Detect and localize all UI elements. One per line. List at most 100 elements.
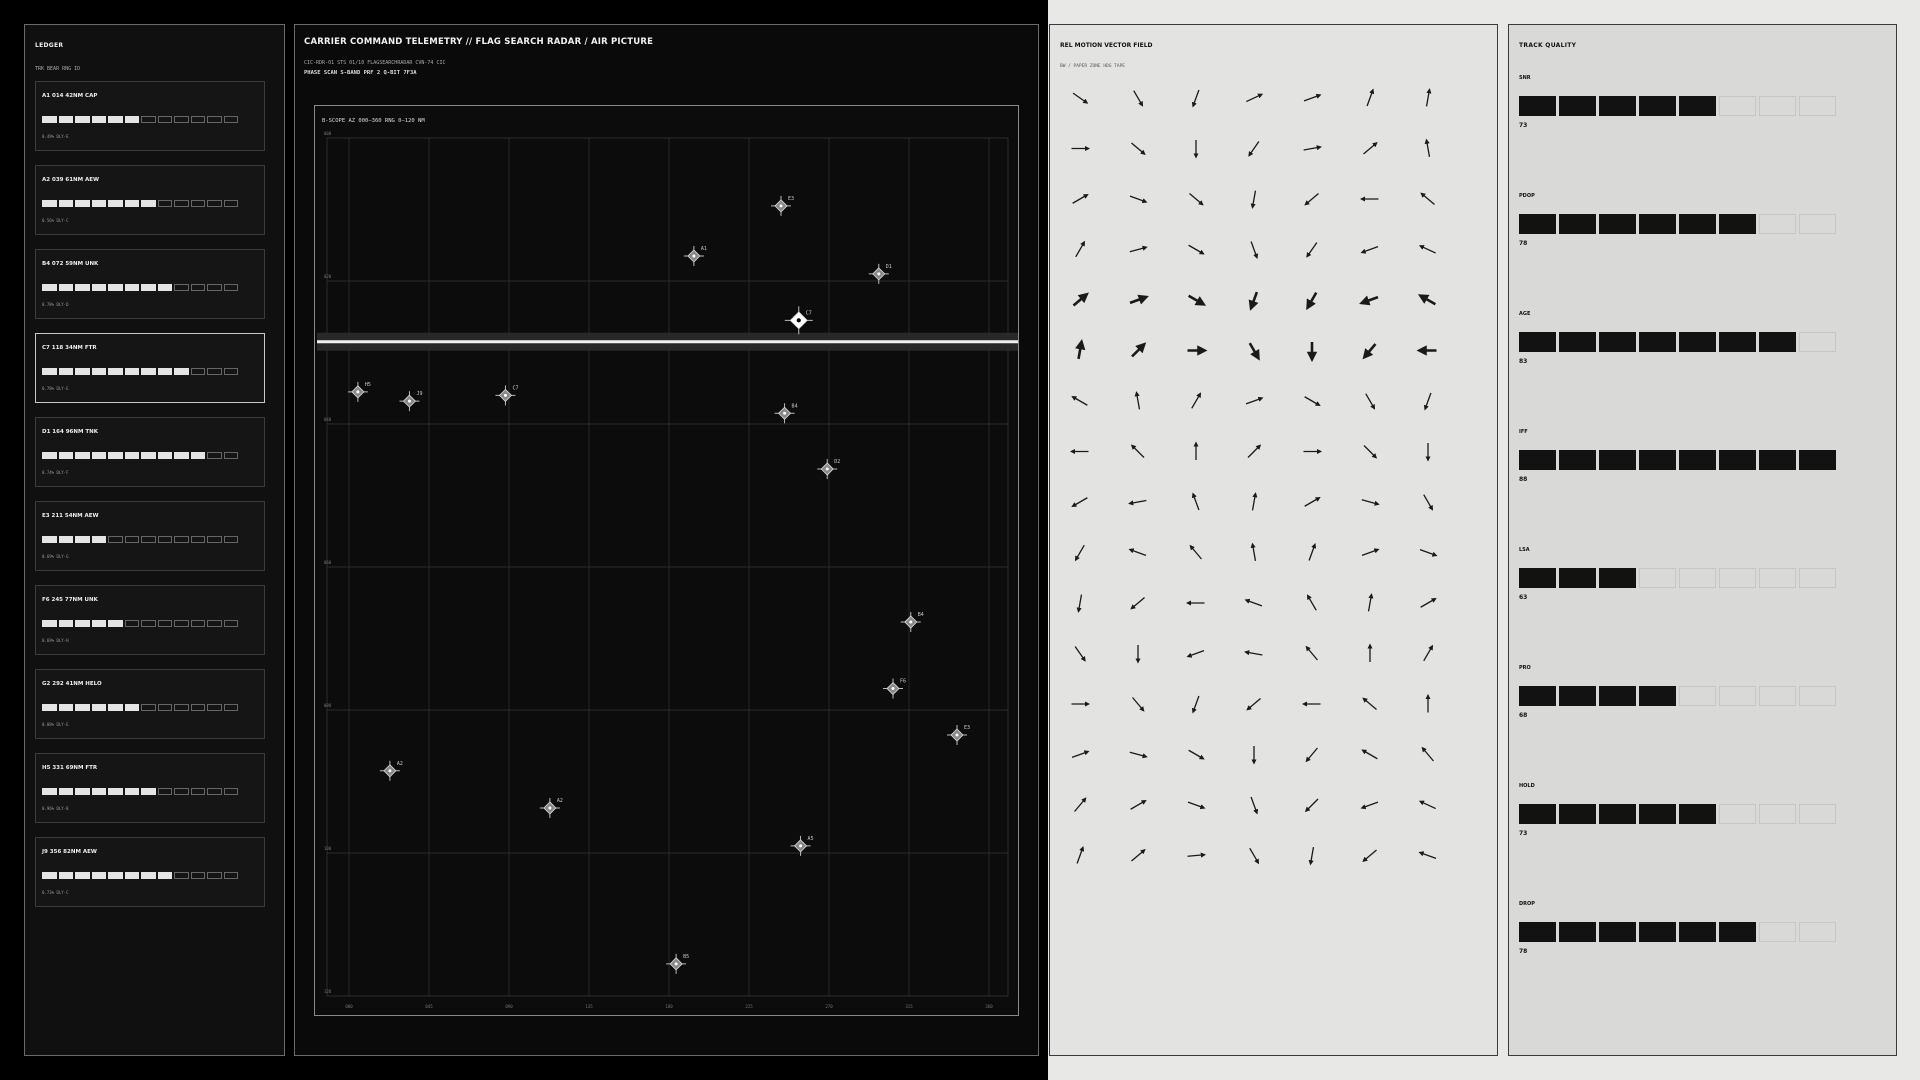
- strength-segment: [174, 536, 189, 543]
- contact-label: C7: [806, 310, 812, 316]
- motion-vector-arrow: [1306, 594, 1317, 611]
- motion-vector-arrow: [1074, 797, 1087, 812]
- contact-marker[interactable]: B4: [900, 612, 924, 633]
- quality-metric-bar: [1519, 922, 1836, 942]
- quality-segment: [1719, 686, 1756, 706]
- contact-label: B4: [792, 403, 798, 409]
- motion-vector-arrow: [1305, 747, 1318, 763]
- strength-segment: [207, 872, 222, 879]
- contact-marker[interactable]: C7: [495, 385, 518, 406]
- strength-segment: [58, 200, 73, 207]
- contact-marker[interactable]: E3: [947, 725, 970, 746]
- contact-label: E3: [788, 196, 794, 202]
- motion-vector-arrow: [1418, 245, 1436, 254]
- strength-segment: [207, 116, 222, 123]
- motion-vector-arrow: [1187, 294, 1207, 306]
- ledger-track-card[interactable]: H5 331 69NM FTR 0.96% DLY·B: [35, 753, 265, 823]
- ledger-column-header: TRK BEAR RNG ID: [35, 66, 81, 72]
- motion-vector-arrow: [1134, 391, 1141, 410]
- contact-label: A2: [397, 761, 403, 767]
- ledger-track-card[interactable]: B4 072 59NM UNK 0.78% DLY·D: [35, 249, 265, 319]
- track-card-label: E3 211 54NM AEW: [42, 513, 99, 519]
- quality-segment: [1799, 450, 1836, 470]
- strength-segment: [58, 452, 73, 459]
- strength-segment: [42, 200, 57, 207]
- azimuth-tick-label: 360: [985, 1004, 993, 1009]
- azimuth-tick-label: 270: [825, 1004, 833, 1009]
- quality-segment: [1639, 96, 1676, 116]
- ledger-track-card[interactable]: C7 118 34NM FTR 0.78% DLY·E: [35, 333, 265, 403]
- contact-marker[interactable]: J9: [399, 391, 422, 412]
- strength-segment: [91, 872, 106, 879]
- contact-marker[interactable]: A1: [683, 245, 707, 266]
- strength-segment: [190, 620, 205, 627]
- track-strength-bar: [42, 872, 238, 880]
- contact-marker[interactable]: A2: [539, 797, 563, 818]
- strength-segment: [141, 116, 156, 123]
- track-quality-title: TRACK QUALITY: [1519, 42, 1577, 49]
- ledger-track-card[interactable]: J9 356 82NM AEW 0.73% DLY·C: [35, 837, 265, 907]
- motion-vector-arrow: [1423, 494, 1434, 511]
- strength-segment: [157, 452, 172, 459]
- strength-segment: [223, 872, 238, 879]
- quality-segment: [1759, 804, 1796, 824]
- motion-vector-arrow: [1361, 749, 1378, 760]
- quality-metric-value: 83: [1519, 358, 1528, 365]
- strength-segment: [223, 620, 238, 627]
- motion-vector-arrow: [1303, 93, 1322, 102]
- strength-segment: [124, 536, 139, 543]
- ledger-track-card[interactable]: F6 245 77NM UNK 0.69% DLY·H: [35, 585, 265, 655]
- quality-metric-label: PDOP: [1519, 193, 1535, 199]
- ledger-track-card[interactable]: A1 014 42NM CAP 0.49% DLY·E: [35, 81, 265, 151]
- motion-vector-arrow: [1191, 392, 1202, 409]
- motion-vector-arrow: [1131, 342, 1147, 358]
- motion-vector-arrow: [1129, 751, 1148, 759]
- strength-segment: [223, 368, 238, 375]
- strength-segment: [91, 788, 106, 795]
- ledger-track-card[interactable]: D1 164 96NM TNK 0.74% DLY·F: [35, 417, 265, 487]
- strength-segment: [174, 116, 189, 123]
- quality-segment: [1719, 96, 1756, 116]
- quality-metric-value: 78: [1519, 948, 1528, 955]
- quality-metric-bar: [1519, 568, 1836, 588]
- motion-vector-arrow: [1424, 138, 1431, 157]
- contact-marker[interactable]: F6: [883, 678, 906, 699]
- contact-marker[interactable]: B4: [774, 403, 798, 424]
- b-scope-canvas[interactable]: 000 045 090 135 180 225 270 315 360 000 020 040 060 0…: [315, 106, 1020, 1017]
- motion-vector-arrow: [1306, 291, 1318, 311]
- motion-vector-arrow: [1075, 339, 1086, 360]
- quality-segment: [1599, 450, 1636, 470]
- ledger-track-card[interactable]: G2 292 41NM HELO 0.88% DLY·E: [35, 669, 265, 739]
- motion-vector-arrow: [1075, 240, 1086, 258]
- contact-marker[interactable]: E3: [771, 195, 794, 216]
- strength-segment: [108, 536, 123, 543]
- contact-label: H5: [365, 382, 371, 388]
- selected-contact-marker[interactable]: C7: [784, 306, 813, 335]
- range-tick-label: 120: [324, 989, 332, 994]
- contact-marker[interactable]: H5: [347, 381, 371, 402]
- quality-metric: IFF 88: [1519, 429, 1849, 499]
- b-scope-display[interactable]: 000 045 090 135 180 225 270 315 360 000 020 040 060 0…: [314, 105, 1019, 1016]
- strength-segment: [141, 200, 156, 207]
- strength-segment: [190, 368, 205, 375]
- radar-subtitle-ids: CIC-RDR-01 STS 01/10 FLAGSEARCHRADAR CVN…: [304, 60, 446, 66]
- quality-segment: [1519, 332, 1556, 352]
- motion-vector-arrow: [1245, 396, 1264, 405]
- quality-segment: [1719, 568, 1756, 588]
- track-strength-bar: [42, 116, 238, 124]
- track-strength-bar: [42, 536, 238, 544]
- ledger-track-card[interactable]: A2 039 61NM AEW 0.56% DLY·C: [35, 165, 265, 235]
- strength-segment: [207, 704, 222, 711]
- contact-marker[interactable]: A2: [379, 760, 403, 781]
- ledger-track-card[interactable]: E3 211 54NM AEW 0.69% DLY·G: [35, 501, 265, 571]
- range-tick-label: 020: [324, 274, 332, 279]
- azimuth-tick-label: 180: [665, 1004, 673, 1009]
- contact-marker[interactable]: B5: [666, 953, 689, 974]
- quality-segment: [1639, 214, 1676, 234]
- strength-segment: [108, 872, 123, 879]
- quality-metric-value: 78: [1519, 240, 1528, 247]
- track-card-meta: 0.78% DLY·D: [42, 302, 69, 307]
- vector-field-canvas: [1069, 88, 1438, 866]
- quality-metric: SNR 73: [1519, 75, 1849, 145]
- motion-vector-arrow: [1186, 649, 1205, 658]
